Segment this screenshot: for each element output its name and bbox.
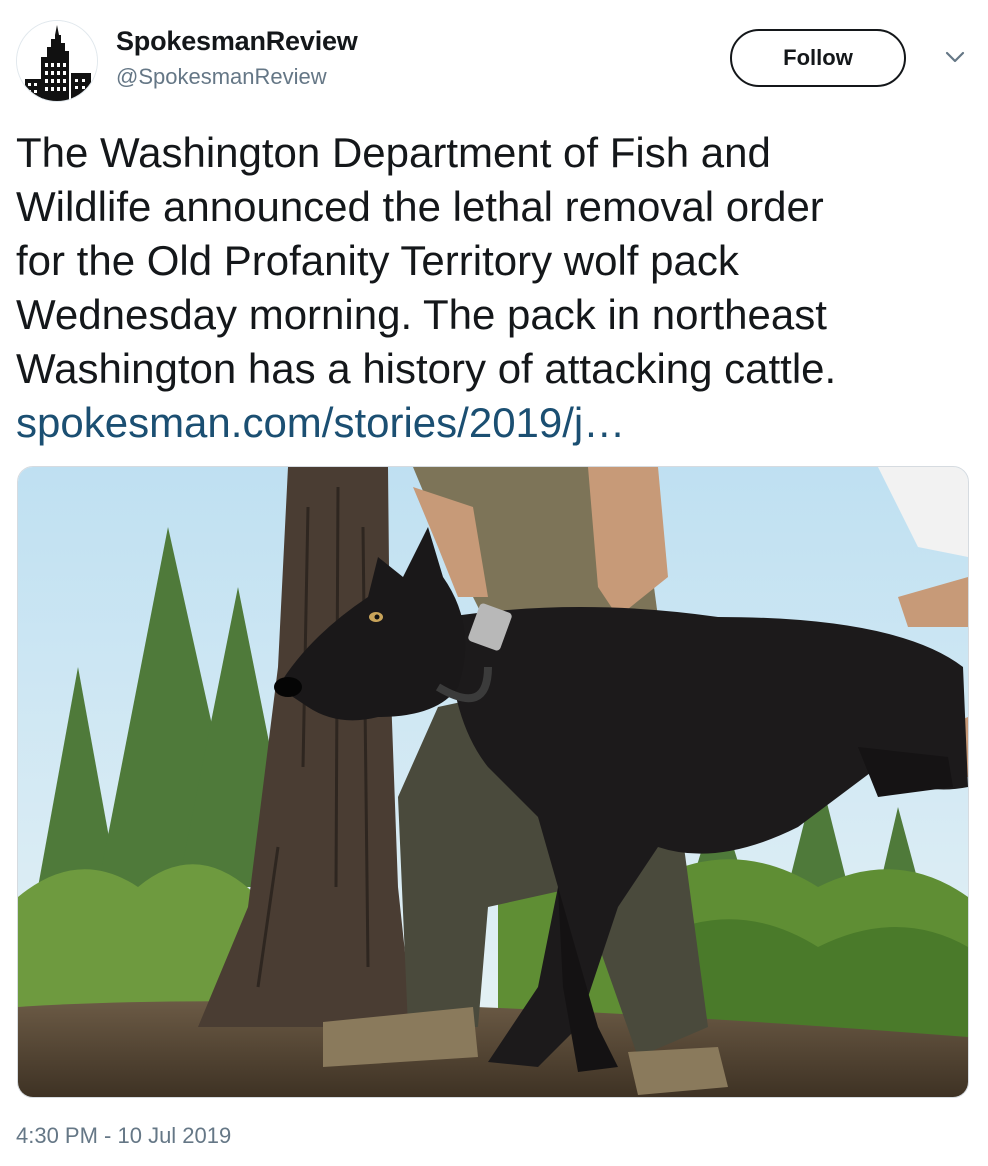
user-handle[interactable]: @SpokesmanReview [116, 64, 327, 90]
avatar[interactable] [16, 20, 98, 102]
tweet-text-line: Wednesday morning. The pack in northeast [16, 291, 827, 338]
tweet-text-line: The Washington Department of Fish and [16, 129, 771, 176]
tweet-text-line: Washington has a history of attacking ca… [16, 345, 837, 392]
chevron-down-icon [945, 51, 965, 63]
tweet-text-line: Wildlife announced the lethal removal or… [16, 183, 824, 230]
tweet-link[interactable]: spokesman.com/stories/2019/j… [16, 396, 976, 450]
follow-button[interactable]: Follow [730, 29, 906, 87]
wolf-photo-image [18, 467, 968, 1097]
building-tower-logo-icon [17, 21, 97, 101]
tweet-timestamp[interactable]: 4:30 PM - 10 Jul 2019 [16, 1123, 231, 1149]
tweet-text: The Washington Department of Fish and Wi… [16, 126, 976, 450]
more-options-button[interactable] [940, 46, 970, 68]
tweet-text-line: for the Old Profanity Territory wolf pac… [16, 237, 739, 284]
display-name[interactable]: SpokesmanReview [116, 26, 358, 57]
tweet-photo[interactable] [17, 466, 969, 1098]
